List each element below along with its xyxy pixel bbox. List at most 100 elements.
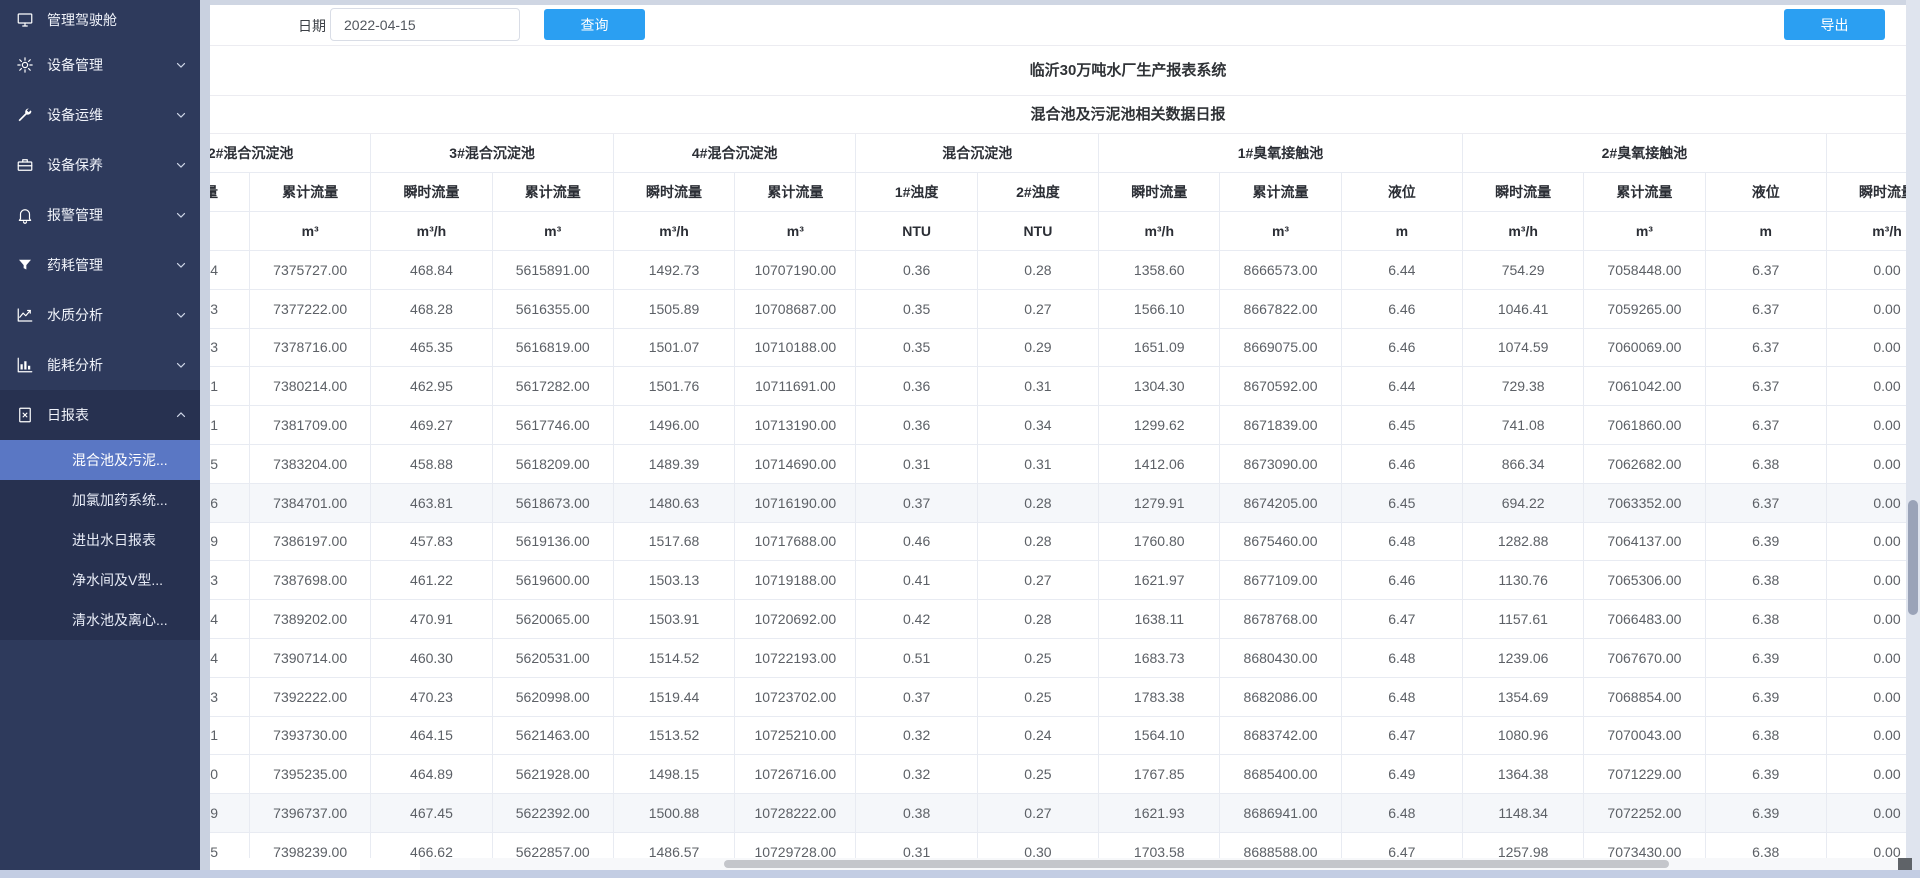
cell: 0.36	[856, 251, 977, 290]
column-unit-10: m	[1342, 212, 1463, 251]
cell: 10707190.00	[735, 251, 856, 290]
cell: 6.46	[1342, 290, 1463, 329]
column-unit-9: m³	[1220, 212, 1341, 251]
cell: 465.35	[371, 329, 492, 368]
cell: 6.37	[1706, 290, 1827, 329]
sidebar-item-2[interactable]: 设备运维	[0, 90, 200, 140]
cell: 1513.52	[614, 717, 735, 756]
cell: 8671839.00	[1220, 406, 1341, 445]
column-unit-6: NTU	[856, 212, 977, 251]
funnel-icon	[15, 255, 35, 275]
cell: 1500.88	[614, 794, 735, 833]
table-row-4: 17381709.00469.275617746.001496.00107131…	[210, 406, 1906, 445]
cell: 1514.52	[614, 639, 735, 678]
export-button[interactable]: 导出	[1784, 9, 1885, 40]
cell: 0.25	[978, 755, 1099, 794]
sidebar-item-4[interactable]: 报警管理	[0, 190, 200, 240]
cell: 1519.44	[614, 678, 735, 717]
column-header-14: 瞬时流量	[1827, 173, 1906, 212]
table-row-5: 57383204.00458.885618209.001489.39107146…	[210, 445, 1906, 484]
cell: 5	[210, 833, 250, 858]
sidebar-subitem-2[interactable]: 进出水日报表	[0, 520, 200, 560]
sidebar-subitem-1[interactable]: 加氯加药系统...	[0, 480, 200, 520]
sidebar-item-1[interactable]: 设备管理	[0, 40, 200, 90]
cell: 729.38	[1463, 367, 1584, 406]
cell: 6.46	[1342, 329, 1463, 368]
cell: 458.88	[371, 445, 492, 484]
column-header-3: 累计流量	[493, 173, 614, 212]
cell: 0.27	[978, 794, 1099, 833]
cell: 0.32	[856, 755, 977, 794]
vertical-scrollbar-track	[1906, 0, 1920, 878]
cell: 1	[210, 406, 250, 445]
cell: 0.31	[856, 833, 977, 858]
cell: 7381709.00	[250, 406, 371, 445]
cell: 463.81	[371, 484, 492, 523]
cell: 694.22	[1463, 484, 1584, 523]
cell: 6.38	[1706, 600, 1827, 639]
date-input[interactable]	[330, 8, 520, 41]
cell: 1503.91	[614, 600, 735, 639]
cell: 7375727.00	[250, 251, 371, 290]
column-header-4: 瞬时流量	[614, 173, 735, 212]
sidebar-item-6[interactable]: 水质分析	[0, 290, 200, 340]
cell: 7062682.00	[1584, 445, 1705, 484]
cell: 5618673.00	[493, 484, 614, 523]
cell: 6.48	[1342, 523, 1463, 562]
wrench-icon	[15, 105, 35, 125]
sidebar-subitem-4[interactable]: 清水池及离心...	[0, 600, 200, 640]
cell: 5619136.00	[493, 523, 614, 562]
column-header-1: 累计流量	[250, 173, 371, 212]
cell: 7064137.00	[1584, 523, 1705, 562]
cell: 0.00	[1827, 794, 1906, 833]
table-body: 47375727.00468.845615891.001492.73107071…	[210, 251, 1906, 858]
cell: 6.37	[1706, 406, 1827, 445]
table-row-2: 37378716.00465.355616819.001501.07107101…	[210, 329, 1906, 368]
table-row-13: 07395235.00464.895621928.001498.15107267…	[210, 755, 1906, 794]
cell: 1498.15	[614, 755, 735, 794]
cell: 741.08	[1463, 406, 1584, 445]
column-unit-5: m³	[735, 212, 856, 251]
cell: 1638.11	[1099, 600, 1220, 639]
cell: 1239.06	[1463, 639, 1584, 678]
sidebar-item-daily-report[interactable]: 日报表	[0, 390, 200, 440]
cell: 8677109.00	[1220, 561, 1341, 600]
top-strip	[210, 0, 1920, 5]
group-header-5: 2#臭氧接触池	[1463, 134, 1827, 173]
cell: 1703.58	[1099, 833, 1220, 858]
cell: 457.83	[371, 523, 492, 562]
sidebar-item-label: 管理驾驶舱	[47, 10, 117, 30]
sidebar-subitem-0[interactable]: 混合池及污泥...	[0, 440, 200, 480]
cell: 6.37	[1706, 251, 1827, 290]
sidebar-item-3[interactable]: 设备保养	[0, 140, 200, 190]
table-row-15: 57398239.00466.625622857.001486.57107297…	[210, 833, 1906, 858]
query-button[interactable]: 查询	[544, 9, 645, 40]
sidebar-item-7[interactable]: 能耗分析	[0, 340, 200, 390]
report-table-viewport[interactable]: 临沂30万吨水厂生产报表系统 混合池及污泥池相关数据日报 2#混合沉淀池3#混合…	[210, 45, 1906, 858]
sidebar-item-5[interactable]: 药耗管理	[0, 240, 200, 290]
chevron-up-icon	[174, 408, 188, 422]
cell: 7389202.00	[250, 600, 371, 639]
horizontal-scrollbar-thumb[interactable]	[724, 860, 1669, 868]
cell: 866.34	[1463, 445, 1584, 484]
sidebar-item-0[interactable]: 管理驾驶舱	[0, 0, 200, 40]
cell: 1282.88	[1463, 523, 1584, 562]
vertical-scrollbar-thumb[interactable]	[1908, 500, 1918, 615]
cell: 7067670.00	[1584, 639, 1705, 678]
cell: 0.27	[978, 561, 1099, 600]
column-header-11: 瞬时流量	[1463, 173, 1584, 212]
cell: 1783.38	[1099, 678, 1220, 717]
cell: 7387698.00	[250, 561, 371, 600]
sidebar-item-label: 药耗管理	[47, 255, 103, 275]
cell: 6.46	[1342, 445, 1463, 484]
chevron-down-icon	[174, 208, 188, 222]
cell: 0.37	[856, 678, 977, 717]
column-header-5: 累计流量	[735, 173, 856, 212]
sidebar-subitem-3[interactable]: 净水间及V型...	[0, 560, 200, 600]
cell: 8685400.00	[1220, 755, 1341, 794]
cell: 1130.76	[1463, 561, 1584, 600]
sidebar-menu: 管理驾驶舱设备管理设备运维设备保养报警管理药耗管理水质分析能耗分析	[0, 0, 200, 390]
cell: 7058448.00	[1584, 251, 1705, 290]
cell: 754.29	[1463, 251, 1584, 290]
column-unit-13: m	[1706, 212, 1827, 251]
